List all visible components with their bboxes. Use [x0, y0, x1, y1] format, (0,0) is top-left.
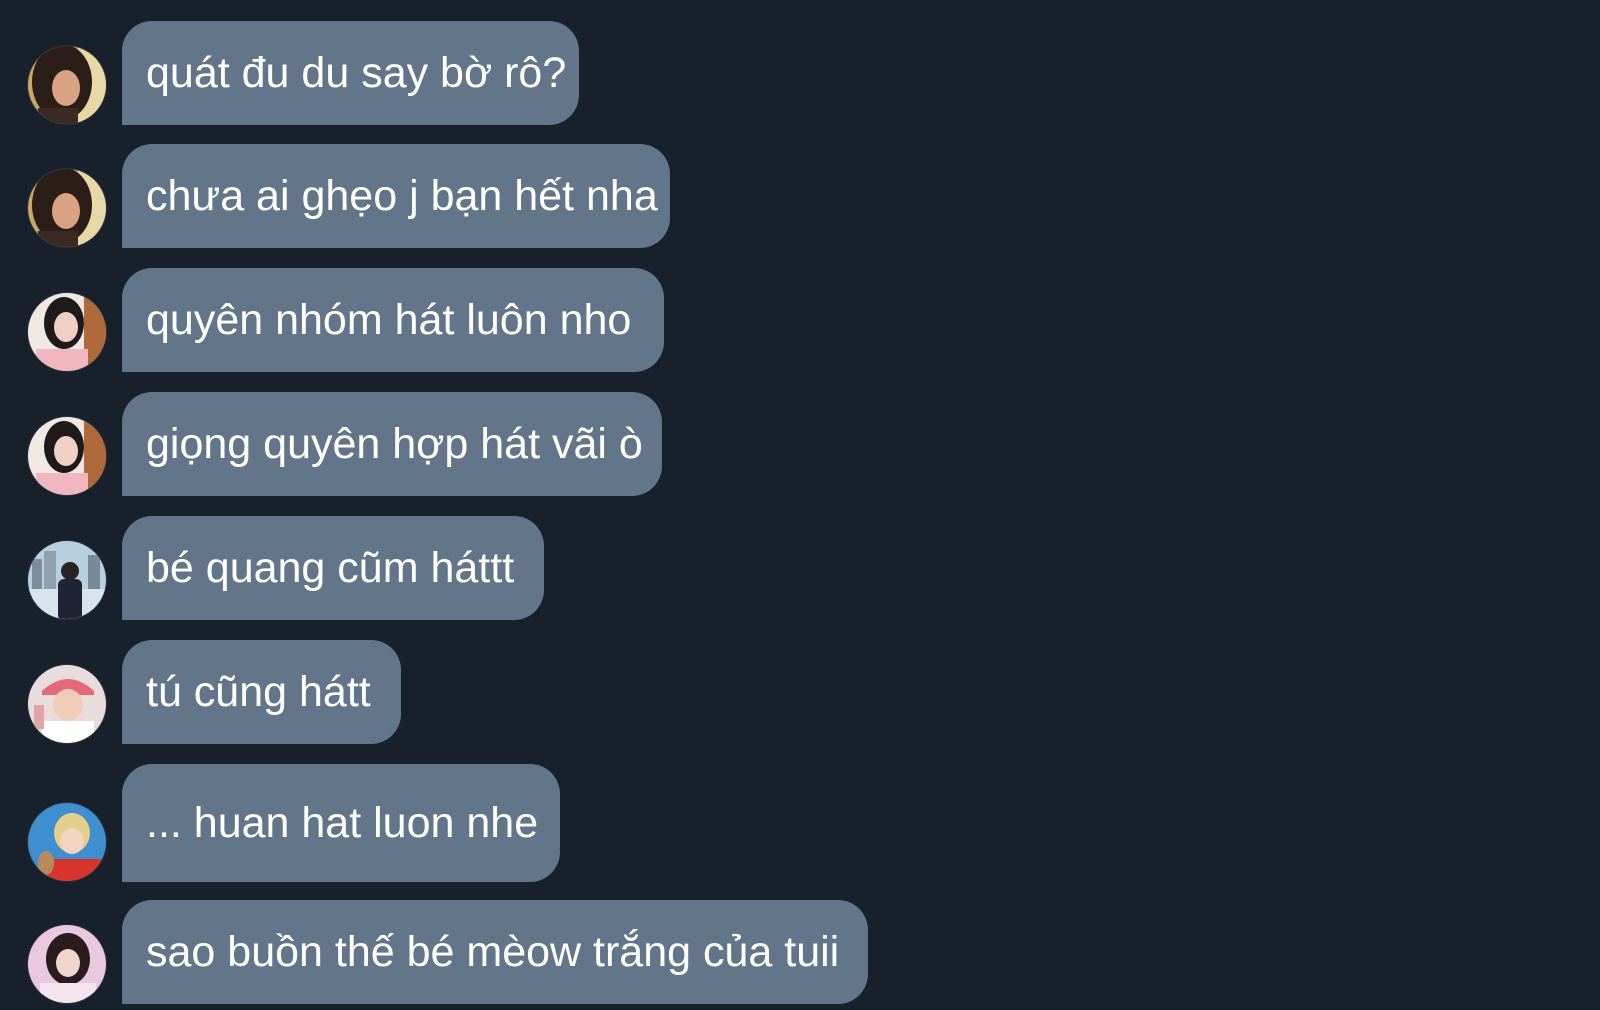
avatar-blond-boy-red-shirt-icon[interactable]: [27, 802, 107, 882]
message-bubble[interactable]: quát đu du say bờ rô?: [122, 21, 579, 125]
message-bubble[interactable]: giọng quyên hợp hát vãi ò: [122, 392, 662, 496]
message-row: bé quang cũm háttt: [0, 516, 1600, 620]
avatar-girl-dark-hair-icon[interactable]: [27, 45, 107, 125]
message-row: tú cũng hátt: [0, 640, 1600, 744]
avatar-girl-pink-sweater-icon[interactable]: [27, 292, 107, 372]
message-row: sao buồn thế bé mèow trắng của tuii: [0, 900, 1600, 1004]
avatar-girl-dark-hair-icon[interactable]: [27, 168, 107, 248]
message-row: ... huan hat luon nhe: [0, 764, 1600, 882]
message-bubble[interactable]: bé quang cũm háttt: [122, 516, 544, 620]
message-bubble[interactable]: tú cũng hátt: [122, 640, 401, 744]
message-bubble[interactable]: sao buồn thế bé mèow trắng của tuii: [122, 900, 868, 1004]
avatar-boy-city-background-icon[interactable]: [27, 540, 107, 620]
message-row: chưa ai ghẹo j bạn hết nha: [0, 144, 1600, 248]
message-text: ... huan hat luon nhe: [146, 798, 539, 847]
avatar-girl-pink-sweater-icon[interactable]: [27, 416, 107, 496]
message-text: quát đu du say bờ rô?: [146, 48, 567, 97]
message-row: giọng quyên hợp hát vãi ò: [0, 392, 1600, 496]
message-bubble[interactable]: quyên nhóm hát luôn nho: [122, 268, 664, 372]
message-text: tú cũng hátt: [146, 667, 371, 716]
message-text: bé quang cũm háttt: [146, 543, 515, 592]
avatar-boy-pink-cap-icon[interactable]: [27, 664, 107, 744]
message-row: quát đu du say bờ rô?: [0, 21, 1600, 125]
message-text: quyên nhóm hát luôn nho: [146, 295, 632, 344]
message-text: chưa ai ghẹo j bạn hết nha: [146, 171, 658, 220]
message-row: quyên nhóm hát luôn nho: [0, 268, 1600, 372]
message-bubble[interactable]: ... huan hat luon nhe: [122, 764, 560, 882]
message-text: giọng quyên hợp hát vãi ò: [146, 419, 643, 468]
message-bubble[interactable]: chưa ai ghẹo j bạn hết nha: [122, 144, 670, 248]
message-text: sao buồn thế bé mèow trắng của tuii: [146, 927, 840, 976]
avatar-girl-pink-background-icon[interactable]: [27, 924, 107, 1004]
